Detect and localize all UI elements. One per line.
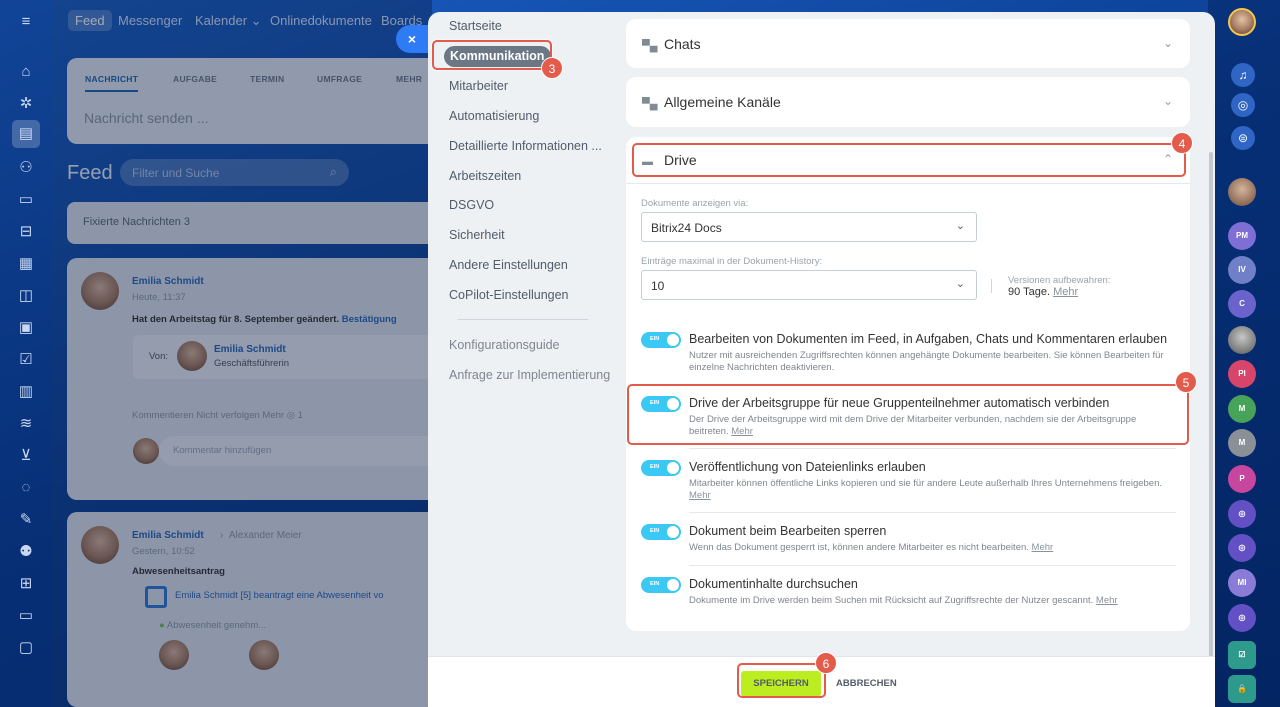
people-icon[interactable]: ⚇ <box>16 158 36 178</box>
tasks-icon[interactable]: ☑ <box>1228 641 1256 669</box>
mail-icon[interactable]: ▭ <box>16 606 36 626</box>
settings-nav-config-guide[interactable]: Konfigurationsguide <box>449 338 560 352</box>
channel-icon: ▀▄ <box>642 98 658 110</box>
chevron-down-icon[interactable]: ⌄ <box>1163 94 1173 108</box>
analytics-icon[interactable]: ▥ <box>16 382 36 402</box>
document-icon[interactable]: ▭ <box>16 190 36 210</box>
right-rail: ♫ ◎ ⊜ PM IV C PI M M P ◎ ◎ MI ◎ ☑ 🔒 <box>1208 0 1280 707</box>
channel-icon[interactable]: ◎ <box>1228 604 1256 632</box>
highlight-auto-connect <box>627 384 1189 445</box>
chat-icon: ▀▄ <box>642 40 658 52</box>
settings-nav-automation[interactable]: Automatisierung <box>449 109 539 123</box>
docs-via-select[interactable]: Bitrix24 Docs ⌄ <box>641 212 977 242</box>
history-select[interactable]: 10 ⌄ <box>641 270 977 300</box>
settings-navigation: Startseite Kommunikation Mitarbeiter Aut… <box>428 12 615 652</box>
cart-icon[interactable]: ⊻ <box>16 446 36 466</box>
copilot-icon[interactable]: ◎ <box>1231 93 1255 117</box>
home-icon[interactable]: ⌂ <box>16 62 36 82</box>
avatar[interactable] <box>1228 326 1256 354</box>
history-label: Einträge maximal in der Dokument-History… <box>641 256 823 267</box>
chevron-down-icon: ⌄ <box>955 220 965 232</box>
step-badge: 6 <box>815 652 837 674</box>
section-chats[interactable]: ▀▄ Chats ⌄ <box>626 19 1190 68</box>
step-badge: 4 <box>1171 132 1193 154</box>
avatar[interactable]: IV <box>1228 256 1256 284</box>
cancel-button[interactable]: ABBRECHEN <box>836 671 897 697</box>
apps-icon[interactable]: ▢ <box>16 638 36 658</box>
avatar[interactable]: M <box>1228 395 1256 423</box>
user-avatar[interactable] <box>1228 8 1256 36</box>
step-badge: 5 <box>1175 371 1197 393</box>
avatar[interactable]: PM <box>1228 222 1256 250</box>
avatar[interactable]: P <box>1228 465 1256 493</box>
scrollbar[interactable] <box>1209 152 1213 707</box>
versions-info: Versionen aufbewahren: 90 Tage. Mehr <box>1008 275 1111 298</box>
sign-icon[interactable]: ✎ <box>16 510 36 530</box>
docs-via-label: Dokumente anzeigen via: <box>641 198 749 209</box>
settings-panel: Startseite Kommunikation Mitarbeiter Aut… <box>428 12 1215 707</box>
more-link[interactable]: Mehr <box>1096 595 1118 606</box>
highlight-save <box>737 663 826 698</box>
menu-icon[interactable]: ≡ <box>16 12 36 32</box>
settings-icon[interactable]: ◌ <box>16 478 36 498</box>
avatar[interactable]: MI <box>1228 569 1256 597</box>
highlight-drive <box>632 143 1186 177</box>
bell-icon[interactable]: ♫ <box>1231 63 1255 87</box>
step-badge: 3 <box>541 57 563 79</box>
toggle-edit-documents[interactable]: EIN <box>641 332 681 348</box>
highlight-communication <box>432 40 552 70</box>
tasks-icon[interactable]: ☑ <box>16 350 36 370</box>
chevron-down-icon[interactable]: ⌄ <box>1163 36 1173 50</box>
group-icon[interactable]: ⚉ <box>16 542 36 562</box>
section-general-channels[interactable]: ▀▄ Allgemeine Kanäle ⌄ <box>626 77 1190 127</box>
feed-icon[interactable]: ▤ <box>12 120 40 148</box>
left-rail: ≡ ⌂ ✲ ▤ ⚇ ▭ ⊟ ▦ ◫ ▣ ☑ ▥ ≋ ⊻ ◌ ✎ ⚉ ⊞ ▭ ▢ <box>0 0 52 707</box>
more-link[interactable]: Mehr <box>689 490 711 501</box>
settings-nav-copilot[interactable]: CoPilot-Einstellungen <box>449 288 569 302</box>
toggle-search-content[interactable]: EIN <box>641 577 681 593</box>
store-icon[interactable]: ⊞ <box>16 574 36 594</box>
settings-nav-other[interactable]: Andere Einstellungen <box>449 258 568 272</box>
avatar[interactable] <box>1228 178 1256 206</box>
more-link[interactable]: Mehr <box>1032 542 1054 553</box>
dim-overlay <box>52 0 432 707</box>
channel-icon[interactable]: ◎ <box>1228 534 1256 562</box>
copilot-icon[interactable]: ✲ <box>16 94 36 114</box>
drive-icon[interactable]: ⊟ <box>16 222 36 242</box>
avatar[interactable]: M <box>1228 429 1256 457</box>
settings-nav-security[interactable]: Sicherheit <box>449 228 505 242</box>
settings-nav-implementation[interactable]: Anfrage zur Implementierung <box>449 368 610 382</box>
filter-icon[interactable]: ≋ <box>16 414 36 434</box>
close-icon[interactable]: × <box>396 25 428 53</box>
chat-icon[interactable]: ◫ <box>16 286 36 306</box>
nav-divider <box>458 319 588 320</box>
settings-nav-details[interactable]: Detaillierte Informationen ... <box>449 139 602 153</box>
chevron-down-icon: ⌄ <box>955 278 965 290</box>
board-icon[interactable]: ▦ <box>16 254 36 274</box>
settings-nav-gdpr[interactable]: DSGVO <box>449 198 494 212</box>
settings-nav-employees[interactable]: Mitarbeiter <box>449 79 508 93</box>
avatar[interactable]: C <box>1228 290 1256 318</box>
channel-icon[interactable]: ◎ <box>1228 500 1256 528</box>
toggle-lock-document[interactable]: EIN <box>641 524 681 540</box>
toggle-public-links[interactable]: EIN <box>641 460 681 476</box>
settings-nav-home[interactable]: Startseite <box>449 19 502 33</box>
calendar-icon[interactable]: ▣ <box>16 318 36 338</box>
lock-icon[interactable]: 🔒 <box>1228 675 1256 703</box>
settings-nav-working-hours[interactable]: Arbeitszeiten <box>449 169 521 183</box>
versions-more-link[interactable]: Mehr <box>1053 286 1078 298</box>
search-chat-icon[interactable]: ⊜ <box>1231 126 1255 150</box>
avatar[interactable]: PI <box>1228 360 1256 388</box>
